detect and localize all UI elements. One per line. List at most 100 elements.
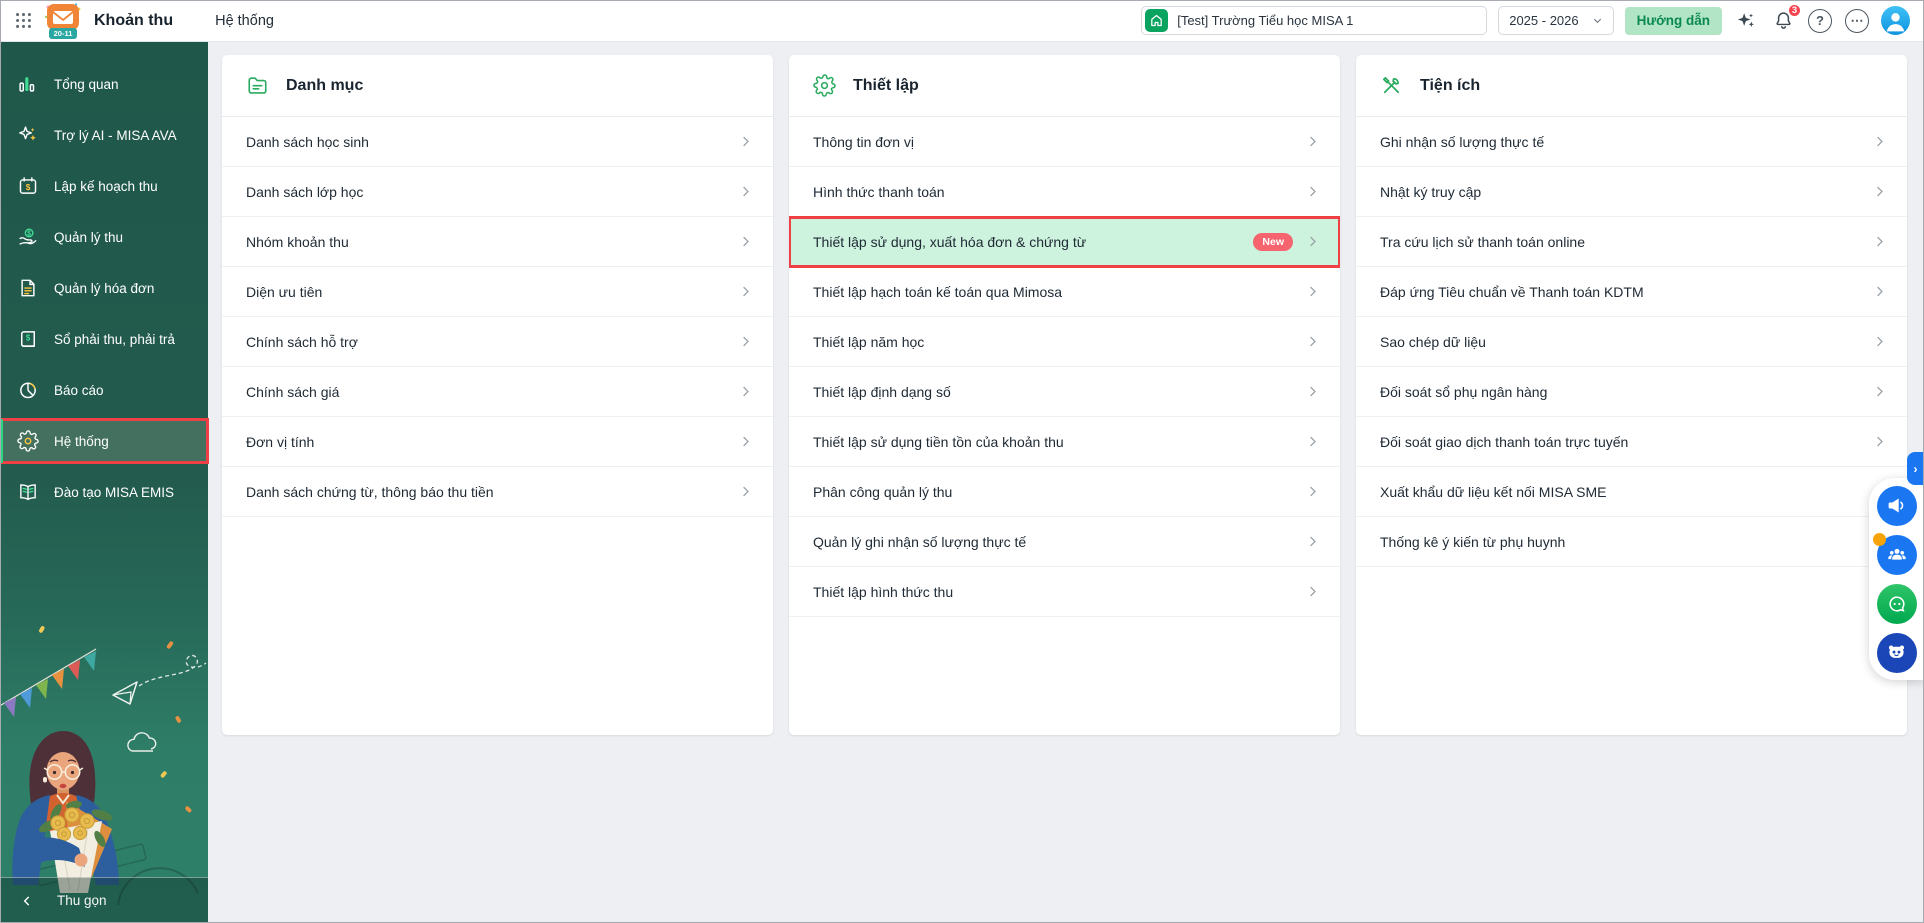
announcement-button[interactable] bbox=[1877, 486, 1917, 526]
assistant-bot-icon bbox=[1885, 641, 1908, 664]
guide-button[interactable]: Hướng dẫn bbox=[1625, 7, 1722, 35]
top-bar: 20-11 Khoản thu Hệ thống [Test] Trường T… bbox=[0, 0, 1924, 42]
sidebar-item-tro-ly-ai[interactable]: Trợ lý AI - MISA AVA bbox=[0, 113, 208, 157]
collapse-label: Thu gọn bbox=[57, 893, 107, 908]
list-item[interactable]: Nhật ký truy cập bbox=[1356, 167, 1907, 217]
sidebar-item-label: Lập kế hoạch thu bbox=[54, 179, 158, 194]
list-item[interactable]: Diện ưu tiên bbox=[222, 267, 773, 317]
sidebar-item-label: Đào tạo MISA EMIS bbox=[54, 485, 174, 500]
list-item[interactable]: Đối soát sổ phụ ngân hàng bbox=[1356, 367, 1907, 417]
collapse-sidebar-button[interactable]: Thu gọn bbox=[0, 877, 208, 923]
list-item[interactable]: Quản lý ghi nhận số lượng thực tế bbox=[789, 517, 1340, 567]
chevron-right-icon bbox=[1305, 534, 1320, 549]
sidebar-item-label: Quản lý hóa đơn bbox=[54, 281, 154, 296]
app-logo: 20-11 bbox=[42, 1, 84, 41]
list-item-highlighted[interactable]: Thiết lập sử dụng, xuất hóa đơn & chứng … bbox=[789, 217, 1340, 267]
help-icon: ? bbox=[1808, 9, 1832, 33]
sidebar-item-bao-cao[interactable]: Báo cáo bbox=[0, 368, 208, 412]
svg-text:$: $ bbox=[26, 183, 31, 192]
sidebar-item-quan-ly-hoa-don[interactable]: Quản lý hóa đơn bbox=[0, 266, 208, 310]
list-item[interactable]: Thiết lập hình thức thu bbox=[789, 567, 1340, 617]
chevron-right-icon bbox=[1872, 234, 1887, 249]
list-item[interactable]: Thiết lập định dạng số bbox=[789, 367, 1340, 417]
list-item[interactable]: Đơn vị tính bbox=[222, 417, 773, 467]
list-item[interactable]: Danh sách học sinh bbox=[222, 117, 773, 167]
ai-sparkles-button[interactable] bbox=[1733, 8, 1759, 34]
chevron-right-icon bbox=[1305, 584, 1320, 599]
list-item[interactable]: Nhóm khoản thu bbox=[222, 217, 773, 267]
tools-icon bbox=[1380, 74, 1403, 97]
chevron-right-icon bbox=[1305, 434, 1320, 449]
list-item[interactable]: Chính sách giá bbox=[222, 367, 773, 417]
list-item[interactable]: Phân công quản lý thu bbox=[789, 467, 1340, 517]
assistant-bot-button[interactable] bbox=[1877, 633, 1917, 673]
list-item[interactable]: Tra cứu lịch sử thanh toán online bbox=[1356, 217, 1907, 267]
user-avatar[interactable] bbox=[1881, 6, 1910, 35]
list-item-label: Thống kê ý kiến từ phụ huynh bbox=[1380, 534, 1872, 550]
list-item[interactable]: Đối soát giao dịch thanh toán trực tuyến bbox=[1356, 417, 1907, 467]
gear-icon bbox=[17, 430, 39, 452]
gear-icon bbox=[813, 74, 836, 97]
chevron-right-icon bbox=[1872, 134, 1887, 149]
sidebar-item-label: Báo cáo bbox=[54, 383, 104, 398]
list-item[interactable]: Chính sách hỗ trợ bbox=[222, 317, 773, 367]
list-item[interactable]: Thông tin đơn vị bbox=[789, 117, 1340, 167]
sidebar-item-so-phai-thu-phai-tra[interactable]: $ Sổ phải thu, phải trả bbox=[0, 317, 208, 361]
sidebar-item-tong-quan[interactable]: Tổng quan bbox=[0, 62, 208, 106]
chevron-right-icon bbox=[738, 484, 753, 499]
list-item-label: Đối soát giao dịch thanh toán trực tuyến bbox=[1380, 434, 1872, 450]
notification-badge: 3 bbox=[1787, 3, 1802, 18]
invoice-icon bbox=[17, 277, 39, 299]
sidebar-item-lap-ke-hoach-thu[interactable]: $ Lập kế hoạch thu bbox=[0, 164, 208, 208]
calendar-money-icon: $ bbox=[17, 175, 39, 197]
chat-bubble-icon bbox=[1886, 593, 1908, 615]
list-item[interactable]: Thống kê ý kiến từ phụ huynh bbox=[1356, 517, 1907, 567]
chat-support-button[interactable] bbox=[1877, 584, 1917, 624]
list-item[interactable]: Hình thức thanh toán bbox=[789, 167, 1340, 217]
sidebar-item-dao-tao-misa-emis[interactable]: Đào tạo MISA EMIS bbox=[0, 470, 208, 514]
school-year-select[interactable]: 2025 - 2026 bbox=[1498, 6, 1613, 35]
list-item-label: Xuất khẩu dữ liệu kết nối MISA SME bbox=[1380, 484, 1872, 500]
apps-grid-icon[interactable] bbox=[10, 8, 36, 34]
list-item[interactable]: Ghi nhận số lượng thực tế bbox=[1356, 117, 1907, 167]
list-item[interactable]: Sao chép dữ liệu bbox=[1356, 317, 1907, 367]
list-item[interactable]: Đáp ứng Tiêu chuẩn về Thanh toán KDTM bbox=[1356, 267, 1907, 317]
hand-coin-icon: $ bbox=[17, 226, 39, 248]
sidebar-item-he-thong[interactable]: Hệ thống bbox=[0, 419, 208, 463]
school-house-icon bbox=[1145, 9, 1168, 32]
chevron-right-icon bbox=[738, 434, 753, 449]
topbar-nav-he-thong[interactable]: Hệ thống bbox=[215, 13, 274, 29]
community-button[interactable] bbox=[1877, 535, 1917, 575]
list-item[interactable]: Thiết lập hạch toán kế toán qua Mimosa bbox=[789, 267, 1340, 317]
school-selector[interactable]: [Test] Trường Tiểu học MISA 1 bbox=[1141, 6, 1487, 35]
logo-badge: 20-11 bbox=[54, 29, 73, 38]
community-icon bbox=[1886, 544, 1908, 566]
list-item[interactable]: Thiết lập năm học bbox=[789, 317, 1340, 367]
list-item[interactable]: Xuất khẩu dữ liệu kết nối MISA SME bbox=[1356, 467, 1907, 517]
more-button[interactable]: ⋯ bbox=[1844, 8, 1870, 34]
list-item-label: Quản lý ghi nhận số lượng thực tế bbox=[813, 534, 1305, 550]
chevron-right-icon bbox=[738, 284, 753, 299]
chevron-right-icon bbox=[1872, 334, 1887, 349]
list-item-label: Đơn vị tính bbox=[246, 434, 738, 450]
list-item-label: Chính sách giá bbox=[246, 384, 738, 400]
chevron-right-icon bbox=[1305, 134, 1320, 149]
list-item[interactable]: Danh sách lớp học bbox=[222, 167, 773, 217]
sidebar-item-label: Trợ lý AI - MISA AVA bbox=[54, 128, 177, 143]
list-item-label: Thiết lập năm học bbox=[813, 334, 1305, 350]
more-icon: ⋯ bbox=[1845, 9, 1869, 33]
help-button[interactable]: ? bbox=[1807, 8, 1833, 34]
list-item-label: Chính sách hỗ trợ bbox=[246, 334, 738, 350]
card-tien-ich: Tiện ích Ghi nhận số lượng thực tế Nhật … bbox=[1356, 55, 1907, 735]
list-item-label: Danh sách lớp học bbox=[246, 184, 738, 200]
open-book-icon bbox=[17, 481, 39, 503]
list-item[interactable]: Thiết lập sử dụng tiền tồn của khoản thu bbox=[789, 417, 1340, 467]
sidebar-item-label: Sổ phải thu, phải trả bbox=[54, 332, 175, 347]
notifications-button[interactable]: 3 bbox=[1770, 8, 1796, 34]
app-title: Khoản thu bbox=[94, 12, 173, 30]
list-item[interactable]: Danh sách chứng từ, thông báo thu tiền bbox=[222, 467, 773, 517]
list-item-label: Nhật ký truy cập bbox=[1380, 184, 1872, 200]
chevron-right-icon bbox=[738, 134, 753, 149]
chat-widget-tab[interactable]: › bbox=[1907, 452, 1924, 485]
sidebar-item-quan-ly-thu[interactable]: $ Quản lý thu bbox=[0, 215, 208, 259]
